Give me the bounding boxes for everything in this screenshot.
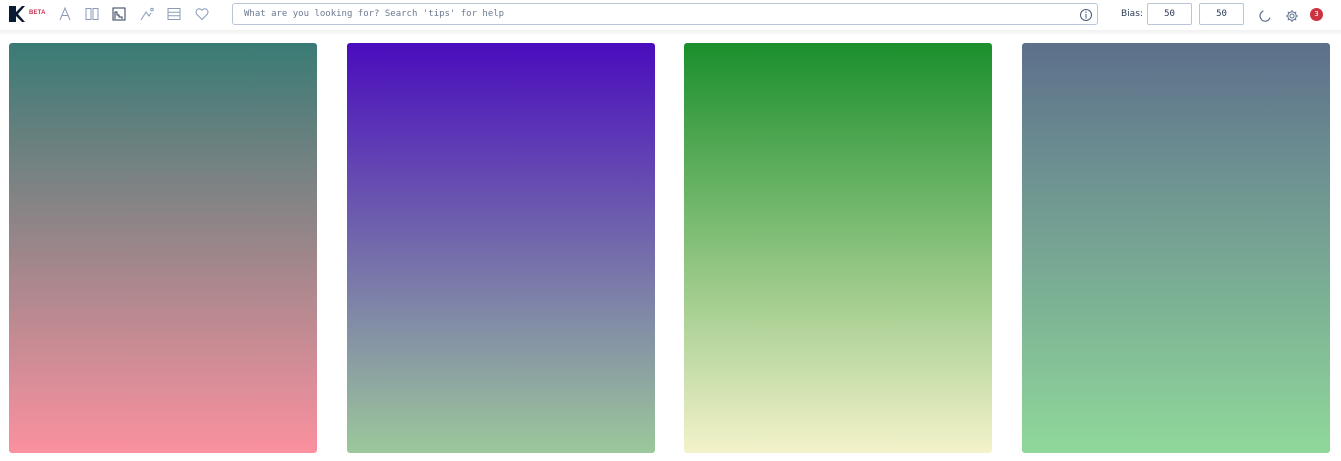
notification-badge[interactable]: 3	[1310, 8, 1323, 21]
columns-icon[interactable]	[85, 7, 99, 21]
rows-icon[interactable]	[167, 7, 181, 21]
search-input[interactable]	[244, 7, 1064, 21]
moon-icon[interactable]	[1258, 8, 1272, 22]
chart-icon[interactable]	[112, 7, 126, 21]
palette-card-2[interactable]	[347, 43, 655, 453]
bias-input-b[interactable]: 50	[1199, 3, 1244, 25]
font-icon[interactable]	[58, 7, 72, 21]
beta-badge: BETA	[29, 10, 46, 16]
toolbar: BETA Bias: 50 50 3	[0, 0, 1341, 30]
sparkle-curve-icon[interactable]	[140, 7, 154, 21]
palette-card-4[interactable]	[1022, 43, 1330, 453]
palette-card-3[interactable]	[684, 43, 992, 453]
toolbar-divider	[0, 30, 1341, 36]
bias-label: Bias:	[1121, 9, 1143, 19]
heart-icon[interactable]	[195, 7, 209, 21]
search-bar[interactable]	[232, 3, 1098, 25]
gear-icon[interactable]	[1285, 8, 1299, 22]
info-icon[interactable]	[1079, 7, 1093, 21]
logo-icon[interactable]	[9, 6, 25, 22]
bias-input-a[interactable]: 50	[1147, 3, 1192, 25]
palette-card-1[interactable]	[9, 43, 317, 453]
